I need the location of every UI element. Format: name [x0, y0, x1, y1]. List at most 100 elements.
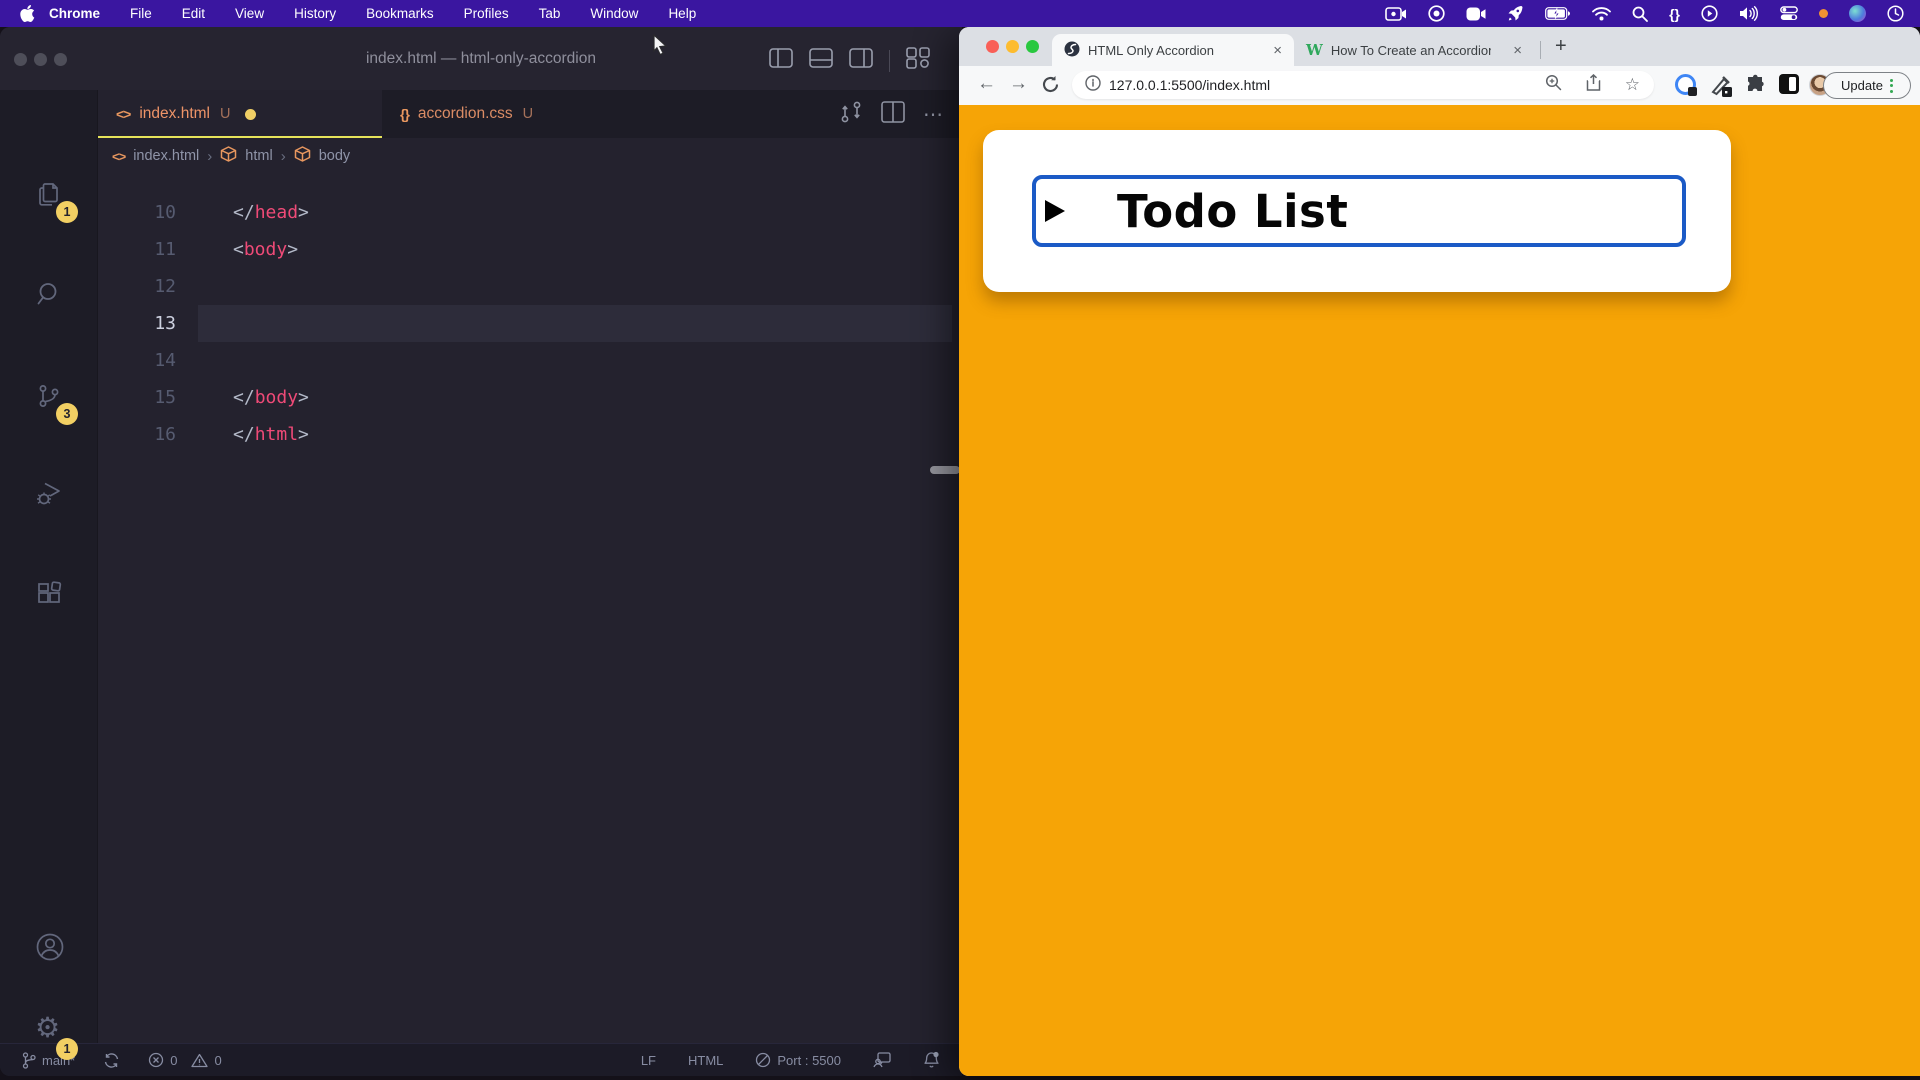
- menu-item-edit[interactable]: Edit: [182, 6, 205, 21]
- rocket-icon[interactable]: [1507, 5, 1524, 22]
- code-line-16[interactable]: 16</html>: [98, 416, 962, 453]
- menu-item-window[interactable]: Window: [590, 6, 638, 21]
- code-line-12[interactable]: 12: [98, 268, 962, 305]
- zoom-window-button[interactable]: [1026, 40, 1039, 53]
- w3schools-favicon: W: [1306, 41, 1323, 59]
- control-center-icon[interactable]: [1780, 6, 1798, 21]
- git-status-letter: U: [523, 106, 533, 122]
- menu-dots-icon: [1890, 79, 1893, 93]
- line-number: 14: [98, 350, 176, 371]
- more-actions-icon[interactable]: ⋯: [923, 102, 944, 127]
- problems-item[interactable]: 0 0: [148, 1052, 221, 1068]
- browser-tab-active[interactable]: HTML Only Accordion ×: [1052, 34, 1294, 66]
- editor-tab-bar: <> index.html U {} accordion.css U ⋯: [98, 90, 962, 138]
- unsaved-dot-icon[interactable]: [245, 109, 256, 120]
- dev-braces-icon[interactable]: {}: [1669, 6, 1680, 22]
- chrome-update-button[interactable]: Update: [1823, 72, 1911, 99]
- toggle-panel-icon[interactable]: [809, 48, 833, 73]
- feedback-item[interactable]: [873, 1052, 891, 1068]
- breadcrumb-file[interactable]: index.html: [133, 148, 199, 164]
- line-number: 13: [98, 313, 176, 334]
- code-editor[interactable]: 10</head> 11<body> 12 13 14 15</body> 16…: [98, 194, 962, 1043]
- spotlight-search-icon[interactable]: [1632, 6, 1648, 22]
- code-line-11[interactable]: 11<body>: [98, 231, 962, 268]
- code-line-10[interactable]: 10</head>: [98, 194, 962, 231]
- minimize-window-button[interactable]: [1006, 40, 1019, 53]
- menu-item-file[interactable]: File: [130, 6, 152, 21]
- account-icon[interactable]: [35, 932, 63, 960]
- menu-item-view[interactable]: View: [235, 6, 264, 21]
- language-mode-indicator[interactable]: HTML: [688, 1053, 723, 1068]
- extensions-icon[interactable]: [35, 580, 63, 608]
- run-debug-icon[interactable]: [35, 480, 63, 508]
- breadcrumb-html[interactable]: html: [245, 148, 272, 164]
- sync-changes-item[interactable]: [103, 1052, 120, 1069]
- screen-record-camera-icon[interactable]: [1385, 7, 1407, 21]
- open-changes-icon[interactable]: [839, 99, 863, 130]
- toggle-primary-sidebar-icon[interactable]: [769, 48, 793, 73]
- chrome-toolbar: ← → 127.0.0.1:5500/index.html ☆ Update: [959, 66, 1920, 105]
- extensions-puzzle-icon[interactable]: [1745, 74, 1767, 101]
- forward-icon[interactable]: →: [1009, 73, 1028, 95]
- tab-divider: [1540, 41, 1541, 59]
- tab-accordion-css[interactable]: {} accordion.css U: [382, 90, 682, 138]
- browser-tab-inactive[interactable]: W How To Create an Accordion ×: [1294, 34, 1534, 66]
- line-number: 15: [98, 387, 176, 408]
- video-camera-icon[interactable]: [1466, 7, 1486, 21]
- chevron-right-icon: ›: [207, 148, 212, 165]
- chrome-window: HTML Only Accordion × W How To Create an…: [959, 27, 1920, 1076]
- zoom-icon[interactable]: [1545, 74, 1562, 96]
- siri-icon[interactable]: [1849, 5, 1866, 22]
- settings-gear-icon[interactable]: ⚙: [35, 1014, 63, 1042]
- address-bar[interactable]: 127.0.0.1:5500/index.html ☆: [1072, 71, 1654, 99]
- record-target-icon[interactable]: [1428, 5, 1445, 22]
- back-icon[interactable]: ←: [977, 73, 996, 95]
- code-line-13-current[interactable]: 13: [98, 305, 962, 342]
- clock-icon[interactable]: [1887, 5, 1904, 22]
- menu-item-tab[interactable]: Tab: [539, 6, 561, 21]
- battery-charging-icon[interactable]: [1545, 7, 1571, 20]
- vscode-title-bar[interactable]: index.html — html-only-accordion: [0, 27, 962, 90]
- todo-accordion-summary[interactable]: Todo List: [1032, 175, 1686, 247]
- mouse-cursor: [650, 33, 670, 62]
- wifi-icon[interactable]: [1592, 7, 1611, 21]
- notifications-item[interactable]: [923, 1051, 940, 1069]
- menu-item-profiles[interactable]: Profiles: [464, 6, 509, 21]
- split-editor-icon[interactable]: [881, 101, 905, 128]
- menu-item-help[interactable]: Help: [668, 6, 696, 21]
- editor-resize-handle[interactable]: [930, 466, 960, 474]
- tab-index-html[interactable]: <> index.html U: [98, 90, 382, 138]
- code-line-14[interactable]: 14: [98, 342, 962, 379]
- reload-icon[interactable]: [1041, 75, 1060, 100]
- tab-label: accordion.css: [418, 105, 513, 123]
- privacy-extension-icon[interactable]: [1675, 74, 1696, 95]
- bookmark-star-icon[interactable]: ☆: [1625, 75, 1640, 95]
- menu-item-bookmarks[interactable]: Bookmarks: [366, 6, 434, 21]
- color-picker-extension-icon[interactable]: [1710, 74, 1734, 103]
- url-text[interactable]: 127.0.0.1:5500/index.html: [1109, 77, 1270, 93]
- details-marker-icon[interactable]: [1045, 200, 1065, 222]
- toggle-secondary-sidebar-icon[interactable]: [849, 48, 873, 73]
- search-icon[interactable]: [35, 280, 63, 308]
- explorer-badge: 1: [56, 201, 78, 223]
- apple-logo-icon[interactable]: [20, 5, 35, 22]
- live-server-port-item[interactable]: Port : 5500: [755, 1052, 841, 1068]
- eol-indicator[interactable]: LF: [641, 1053, 656, 1068]
- breadcrumb-body[interactable]: body: [319, 148, 350, 164]
- site-info-icon[interactable]: [1085, 75, 1101, 96]
- customize-layout-icon[interactable]: [906, 47, 930, 74]
- play-circle-icon[interactable]: [1701, 5, 1718, 22]
- close-tab-icon[interactable]: ×: [1273, 42, 1282, 59]
- close-window-button[interactable]: [986, 40, 999, 53]
- dark-mode-extension-icon[interactable]: [1779, 74, 1799, 94]
- menu-item-chrome[interactable]: Chrome: [49, 6, 100, 21]
- recording-dot: [1819, 9, 1828, 18]
- close-tab-icon[interactable]: ×: [1513, 42, 1522, 59]
- macos-menu-bar: Chrome File Edit View History Bookmarks …: [0, 0, 1920, 27]
- code-line-15[interactable]: 15</body>: [98, 379, 962, 416]
- share-icon[interactable]: [1586, 74, 1601, 96]
- menu-item-history[interactable]: History: [294, 6, 336, 21]
- line-number: 10: [98, 202, 176, 223]
- new-tab-button[interactable]: +: [1555, 35, 1567, 58]
- volume-icon[interactable]: [1739, 6, 1759, 21]
